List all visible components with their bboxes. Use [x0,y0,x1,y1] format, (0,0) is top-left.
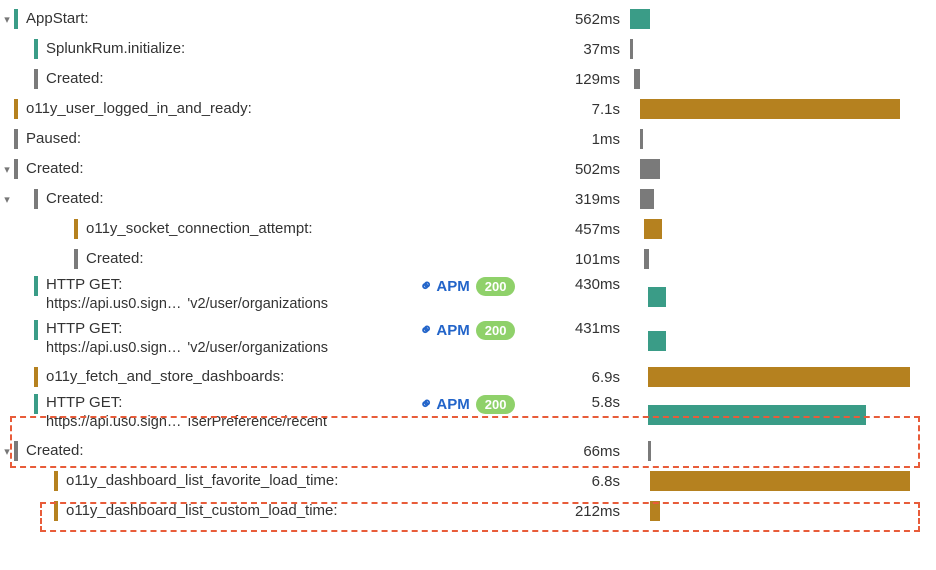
span-duration: 37ms [540,41,630,58]
span-url-path: ıserPreference/recent [187,413,326,431]
span-name: HTTP GET: [46,320,328,339]
duration-bar [634,69,640,89]
span-row[interactable]: HTTP GET:https://api.us0.sign… 'v2/user/o… [0,318,936,362]
span-name: HTTP GET: [46,394,327,413]
duration-bar [640,129,643,149]
span-url-host: https://api.us0.sign… [46,295,181,313]
span-name: SplunkRum.initialize: [46,40,185,59]
span-duration: 431ms [540,320,630,337]
duration-bar [648,367,910,387]
span-duration: 430ms [540,276,630,293]
span-url-path: 'v2/user/organizations [187,339,328,357]
span-row[interactable]: o11y_dashboard_list_favorite_load_time: 6… [0,466,936,496]
span-name: Created: [26,442,84,461]
span-duration: 5.8s [540,394,630,411]
duration-bar [650,471,910,491]
status-badge: 200 [476,321,516,340]
span-color-indicator [14,441,18,461]
span-row[interactable]: ▾ Created: 66ms [0,436,936,466]
duration-bar [644,219,662,239]
span-color-indicator [74,249,78,269]
apm-link[interactable]: ⚭APM [420,276,470,296]
chevron-down-icon[interactable]: ▾ [0,193,14,206]
span-row[interactable]: HTTP GET:https://api.us0.sign… ıserPrefer… [0,392,936,436]
duration-bar [644,249,649,269]
span-name: o11y_socket_connection_attempt: [86,220,313,239]
span-row[interactable]: o11y_socket_connection_attempt: 457ms [0,214,936,244]
duration-bar [650,501,660,521]
span-row[interactable]: SplunkRum.initialize: 37ms [0,34,936,64]
span-name: o11y_dashboard_list_custom_load_time: [66,502,338,521]
span-name: Created: [46,70,104,89]
span-row[interactable]: Created: 101ms [0,244,936,274]
span-row[interactable]: o11y_fetch_and_store_dashboards: 6.9s [0,362,936,392]
span-row[interactable]: ▾ Created: 502ms [0,154,936,184]
span-color-indicator [34,189,38,209]
span-row[interactable]: ▾ Created: 319ms [0,184,936,214]
duration-bar [648,287,666,307]
chevron-down-icon[interactable]: ▾ [0,13,14,26]
span-duration: 457ms [540,221,630,238]
span-duration: 101ms [540,251,630,268]
span-duration: 6.8s [540,473,630,490]
span-duration: 129ms [540,71,630,88]
span-duration: 6.9s [540,369,630,386]
span-name: o11y_user_logged_in_and_ready: [26,100,252,119]
trace-waterfall: ▾ AppStart: 562ms SplunkRum.initialize: 37ms… [0,4,936,526]
duration-bar [648,441,651,461]
span-row[interactable]: o11y_user_logged_in_and_ready: 7.1s [0,94,936,124]
span-row[interactable]: HTTP GET:https://api.us0.sign… 'v2/user/o… [0,274,936,318]
span-url-path: 'v2/user/organizations [187,295,328,313]
span-duration: 212ms [540,503,630,520]
span-color-indicator [34,39,38,59]
duration-bar [648,331,666,351]
span-color-indicator [34,367,38,387]
span-name: Created: [46,190,104,209]
span-color-indicator [74,219,78,239]
span-color-indicator [14,129,18,149]
duration-bar [630,39,633,59]
apm-link[interactable]: ⚭APM [420,320,470,340]
status-badge: 200 [476,277,516,296]
span-color-indicator [14,159,18,179]
span-name: o11y_fetch_and_store_dashboards: [46,368,284,387]
span-color-indicator [54,501,58,521]
span-color-indicator [54,471,58,491]
span-color-indicator [14,99,18,119]
span-row[interactable]: o11y_dashboard_list_custom_load_time: 212… [0,496,936,526]
duration-bar [630,9,650,29]
span-color-indicator [34,276,38,296]
chevron-down-icon[interactable]: ▾ [0,445,14,458]
span-row[interactable]: Paused: 1ms [0,124,936,154]
span-color-indicator [34,394,38,414]
span-name: Paused: [26,130,81,149]
span-name: AppStart: [26,10,89,29]
span-name: o11y_dashboard_list_favorite_load_time: [66,472,338,491]
span-row[interactable]: Created: 129ms [0,64,936,94]
span-url-host: https://api.us0.sign… [46,413,181,431]
duration-bar [648,405,866,425]
span-duration: 7.1s [540,101,630,118]
span-duration: 66ms [540,443,630,460]
span-duration: 319ms [540,191,630,208]
duration-bar [640,189,654,209]
span-color-indicator [34,69,38,89]
span-color-indicator [34,320,38,340]
span-duration: 1ms [540,131,630,148]
duration-bar [640,159,660,179]
span-name: Created: [86,250,144,269]
span-name: HTTP GET: [46,276,328,295]
span-row[interactable]: ▾ AppStart: 562ms [0,4,936,34]
chevron-down-icon[interactable]: ▾ [0,163,14,176]
duration-bar [640,99,900,119]
span-duration: 502ms [540,161,630,178]
span-color-indicator [14,9,18,29]
apm-link[interactable]: ⚭APM [420,394,470,414]
status-badge: 200 [476,395,516,414]
span-duration: 562ms [540,11,630,28]
span-name: Created: [26,160,84,179]
span-url-host: https://api.us0.sign… [46,339,181,357]
